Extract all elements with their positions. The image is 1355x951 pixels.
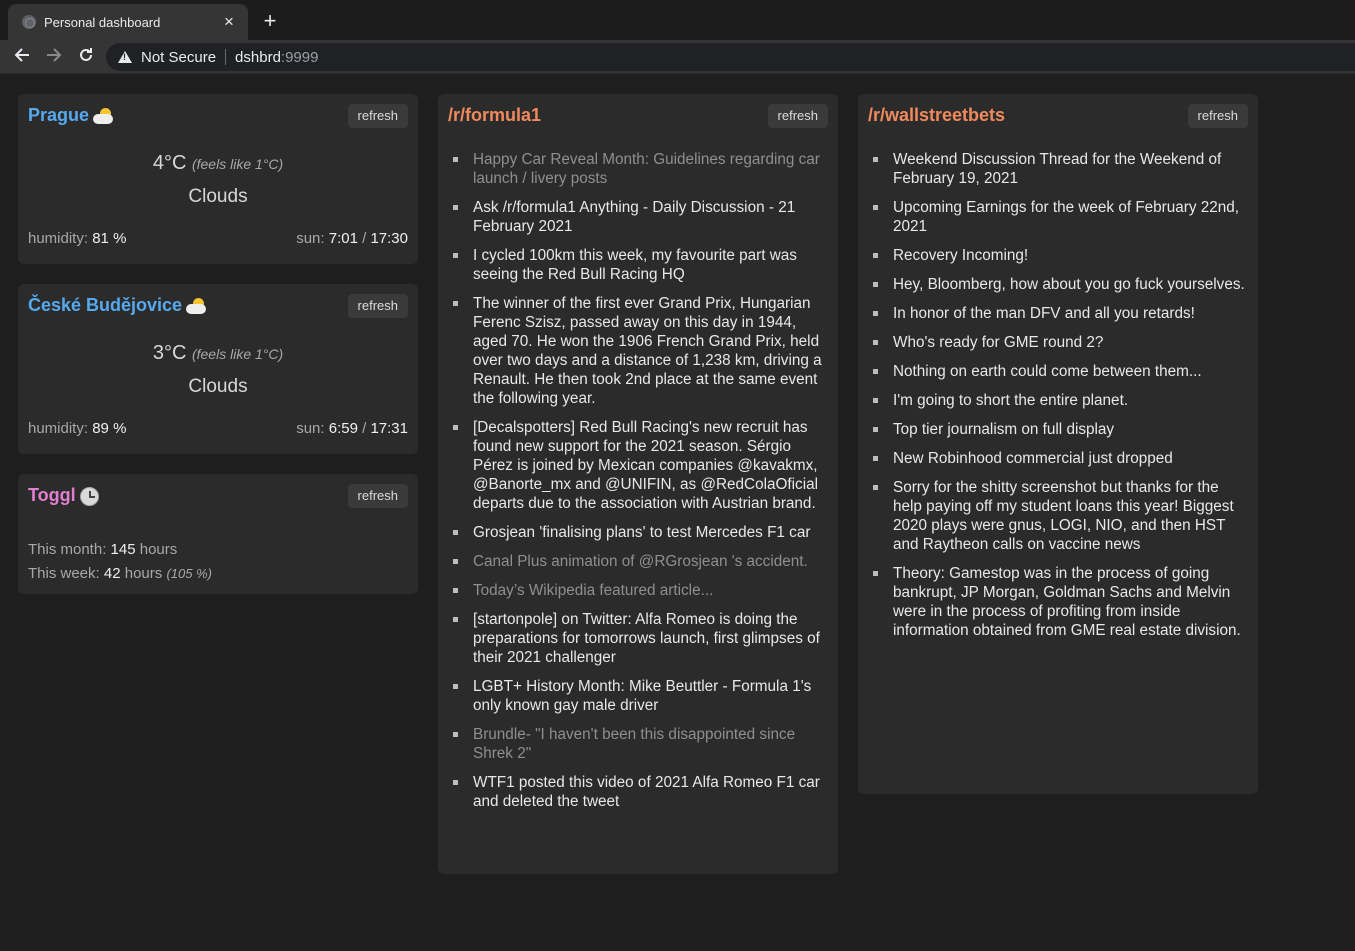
address-bar[interactable]: Not Secure dshbrd:9999 xyxy=(106,43,1355,71)
week-hours: 42 xyxy=(103,565,121,582)
toggl-title-text: Toggl xyxy=(28,485,76,505)
post-link[interactable]: LGBT+ History Month: Mike Beuttler - For… xyxy=(450,677,826,715)
humidity: humidity: 89 % xyxy=(28,420,126,437)
post-link[interactable]: Recovery Incoming! xyxy=(870,246,1246,265)
warning-icon xyxy=(118,51,132,63)
post-list: Happy Car Reveal Month: Guidelines regar… xyxy=(450,150,826,821)
subreddit-title[interactable]: /r/wallstreetbets xyxy=(868,105,1005,126)
security-indicator[interactable]: Not Secure xyxy=(141,49,216,66)
post-link[interactable]: Ask /r/formula1 Anything - Daily Discuss… xyxy=(450,198,826,236)
omnibox-divider xyxy=(225,49,227,65)
post-link[interactable]: In honor of the man DFV and all you reta… xyxy=(870,304,1246,323)
post-link[interactable]: I cycled 100km this week, my favourite p… xyxy=(450,246,826,284)
post-link[interactable]: Top tier journalism on full display xyxy=(870,420,1246,439)
sunrise-time: 6:59 xyxy=(328,420,358,437)
week-unit: hours xyxy=(124,565,163,582)
subreddit-card-wallstreetbets: /r/wallstreetbets refresh Weekend Discus… xyxy=(858,94,1258,794)
weather-city-title: České Budějovice xyxy=(28,295,208,316)
refresh-button[interactable]: refresh xyxy=(347,484,408,508)
weather-city-title: Prague xyxy=(28,105,115,126)
globe-icon xyxy=(22,15,36,29)
toggl-month: This month: 145 hours xyxy=(28,541,177,558)
url-host: dshbrd xyxy=(235,48,281,66)
weather-card-ceske-budejovice: České Budějovice refresh 3°C (feels like… xyxy=(18,284,418,454)
month-label: This month: xyxy=(28,541,107,558)
refresh-button[interactable]: refresh xyxy=(767,104,828,128)
post-link[interactable]: Nothing on earth could come between them… xyxy=(870,362,1246,381)
back-arrow-icon[interactable] xyxy=(10,45,34,69)
sun-separator: / xyxy=(362,420,367,437)
tab-title: Personal dashboard xyxy=(44,14,161,30)
city-name: České Budějovice xyxy=(28,295,183,315)
post-link[interactable]: Sorry for the shitty screenshot but than… xyxy=(870,478,1246,554)
weather-condition: Clouds xyxy=(188,186,248,207)
browser-tab[interactable]: Personal dashboard × xyxy=(8,4,248,40)
post-link[interactable]: Grosjean 'finalising plans' to test Merc… xyxy=(450,523,826,542)
temperature-value: 4°C xyxy=(152,152,187,174)
post-link[interactable]: I'm going to short the entire planet. xyxy=(870,391,1246,410)
humidity-label: humidity: xyxy=(28,230,89,247)
sunrise-time: 7:01 xyxy=(328,230,358,247)
month-unit: hours xyxy=(139,541,178,558)
subreddit-title[interactable]: /r/formula1 xyxy=(448,105,541,126)
sun-separator: / xyxy=(362,230,367,247)
reload-icon[interactable] xyxy=(74,45,98,69)
weather-card-prague: Prague refresh 4°C (feels like 1°C) Clou… xyxy=(18,94,418,264)
post-link[interactable]: Canal Plus animation of @RGrosjean 's ac… xyxy=(450,552,826,571)
humidity-label: humidity: xyxy=(28,420,89,437)
humidity-value: 81 xyxy=(92,230,109,247)
toggl-card: Toggl refresh This month: 145 hours This… xyxy=(18,474,418,594)
forward-arrow-icon[interactable] xyxy=(42,45,66,69)
sun-behind-cloud-icon xyxy=(93,108,115,125)
month-hours: 145 xyxy=(110,541,136,558)
refresh-button[interactable]: refresh xyxy=(347,104,408,128)
refresh-button[interactable]: refresh xyxy=(347,294,408,318)
post-link[interactable]: Upcoming Earnings for the week of Februa… xyxy=(870,198,1246,236)
subreddit-card-formula1: /r/formula1 refresh Happy Car Reveal Mon… xyxy=(438,94,838,874)
feels-like: (feels like 1°C) xyxy=(191,156,284,172)
temperature: 4°C (feels like 1°C) xyxy=(18,152,418,175)
weather-condition: Clouds xyxy=(188,376,248,397)
sunset-time: 17:31 xyxy=(370,420,408,437)
post-link[interactable]: New Robinhood commercial just dropped xyxy=(870,449,1246,468)
clock-icon xyxy=(79,486,99,506)
post-link[interactable]: Weekend Discussion Thread for the Weeken… xyxy=(870,150,1246,188)
temperature: 3°C (feels like 1°C) xyxy=(18,342,418,365)
post-link[interactable]: Today’s Wikipedia featured article... xyxy=(450,581,826,600)
browser-toolbar: Not Secure dshbrd:9999 xyxy=(0,40,1355,74)
sunset-time: 17:30 xyxy=(370,230,408,247)
sun-times: sun: 7:01 / 17:30 xyxy=(296,230,408,247)
sun-times: sun: 6:59 / 17:31 xyxy=(296,420,408,437)
humidity-value: 89 xyxy=(92,420,109,437)
post-link[interactable]: Happy Car Reveal Month: Guidelines regar… xyxy=(450,150,826,188)
post-link[interactable]: [Decalspotters] Red Bull Racing's new re… xyxy=(450,418,826,513)
sun-behind-cloud-icon xyxy=(186,298,208,315)
humidity-unit: % xyxy=(113,420,127,437)
sun-label: sun: xyxy=(296,420,325,437)
temperature-value: 3°C xyxy=(152,342,187,364)
close-tab-icon[interactable]: × xyxy=(220,13,238,31)
post-link[interactable]: WTF1 posted this video of 2021 Alfa Rome… xyxy=(450,773,826,811)
post-link[interactable]: Hey, Bloomberg, how about you go fuck yo… xyxy=(870,275,1246,294)
humidity: humidity: 81 % xyxy=(28,230,126,247)
humidity-unit: % xyxy=(113,230,127,247)
city-name: Prague xyxy=(28,105,90,125)
week-percent: (105 %) xyxy=(166,566,212,581)
post-link[interactable]: The winner of the first ever Grand Prix,… xyxy=(450,294,826,408)
post-link[interactable]: Who's ready for GME round 2? xyxy=(870,333,1246,352)
feels-like: (feels like 1°C) xyxy=(191,346,284,362)
week-label: This week: xyxy=(28,565,100,582)
new-tab-button[interactable]: + xyxy=(258,8,282,34)
toggl-title: Toggl xyxy=(28,485,99,506)
post-link[interactable]: Theory: Gamestop was in the process of g… xyxy=(870,564,1246,640)
toggl-week: This week: 42 hours (105 %) xyxy=(28,565,212,582)
refresh-button[interactable]: refresh xyxy=(1187,104,1248,128)
post-list: Weekend Discussion Thread for the Weeken… xyxy=(870,150,1246,650)
sun-label: sun: xyxy=(296,230,325,247)
post-link[interactable]: Brundle- "I haven't been this disappoint… xyxy=(450,725,826,763)
post-link[interactable]: [startonpole] on Twitter: Alfa Romeo is … xyxy=(450,610,826,667)
url-port: :9999 xyxy=(280,48,319,66)
tab-strip: Personal dashboard × + xyxy=(0,0,1355,42)
